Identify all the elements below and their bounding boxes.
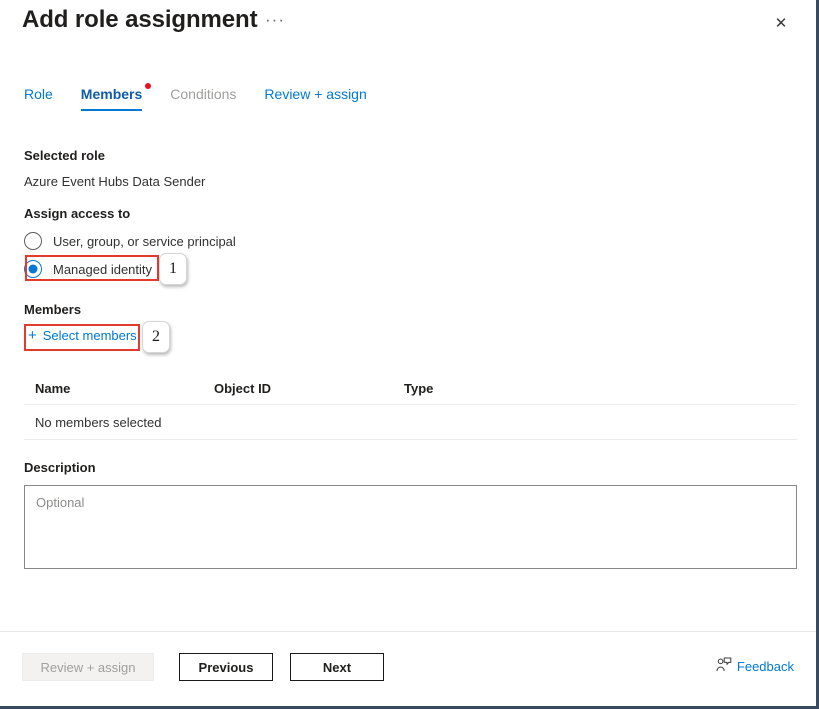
radio-unchecked-icon (24, 232, 42, 250)
tab-conditions[interactable]: Conditions (170, 86, 236, 111)
table-header-row: Name Object ID Type (24, 372, 797, 405)
tab-role[interactable]: Role (24, 86, 53, 111)
close-icon[interactable]: ✕ (768, 10, 794, 36)
radio-managed-identity[interactable]: Managed identity (24, 258, 152, 280)
tab-members-label: Members (81, 86, 142, 102)
tab-members-alert-dot-icon (145, 83, 151, 89)
feedback-label: Feedback (737, 659, 794, 674)
page-title: Add role assignment (22, 6, 257, 34)
plus-icon: + (28, 328, 37, 343)
selected-role-label: Selected role (24, 148, 105, 163)
table-row: No members selected (24, 405, 797, 440)
radio-managed-identity-label: Managed identity (53, 262, 152, 277)
empty-members-message: No members selected (24, 415, 214, 430)
tab-bar: Role Members Conditions Review + assign (24, 86, 395, 118)
next-button[interactable]: Next (290, 653, 384, 681)
tab-role-label: Role (24, 86, 53, 102)
column-header-name: Name (24, 381, 214, 396)
radio-user-group-service-principal-label: User, group, or service principal (53, 234, 236, 249)
feedback-button[interactable]: Feedback (716, 657, 794, 675)
blade-content: Selected role Azure Event Hubs Data Send… (0, 130, 816, 632)
select-members-button[interactable]: + Select members (28, 328, 137, 343)
members-table: Name Object ID Type No members selected (24, 372, 797, 440)
radio-checked-icon (24, 260, 42, 278)
members-label: Members (24, 302, 81, 317)
selected-role-value: Azure Event Hubs Data Sender (24, 174, 205, 189)
tab-review-assign-label: Review + assign (264, 86, 366, 102)
more-options-icon[interactable]: ··· (265, 10, 285, 30)
add-role-assignment-blade: Add role assignment ··· ✕ Role Members C… (0, 0, 819, 709)
review-assign-button[interactable]: Review + assign (22, 653, 154, 681)
select-members-label: Select members (43, 328, 137, 343)
description-input[interactable]: Optional (24, 485, 797, 569)
radio-user-group-service-principal[interactable]: User, group, or service principal (24, 230, 236, 252)
previous-button[interactable]: Previous (179, 653, 273, 681)
tab-review-assign[interactable]: Review + assign (264, 86, 366, 111)
feedback-icon (716, 657, 737, 675)
description-label: Description (24, 460, 96, 475)
tab-members[interactable]: Members (81, 86, 142, 111)
blade-header: Add role assignment ··· ✕ (0, 0, 816, 56)
description-placeholder: Optional (25, 486, 796, 510)
blade-footer: Review + assign Previous Next Feedback (0, 631, 816, 703)
column-header-object-id: Object ID (214, 381, 404, 396)
column-header-type: Type (404, 381, 797, 396)
assign-access-label: Assign access to (24, 206, 130, 221)
annotation-badge-2: 2 (142, 321, 170, 353)
annotation-badge-1: 1 (159, 253, 187, 285)
tab-conditions-label: Conditions (170, 86, 236, 102)
